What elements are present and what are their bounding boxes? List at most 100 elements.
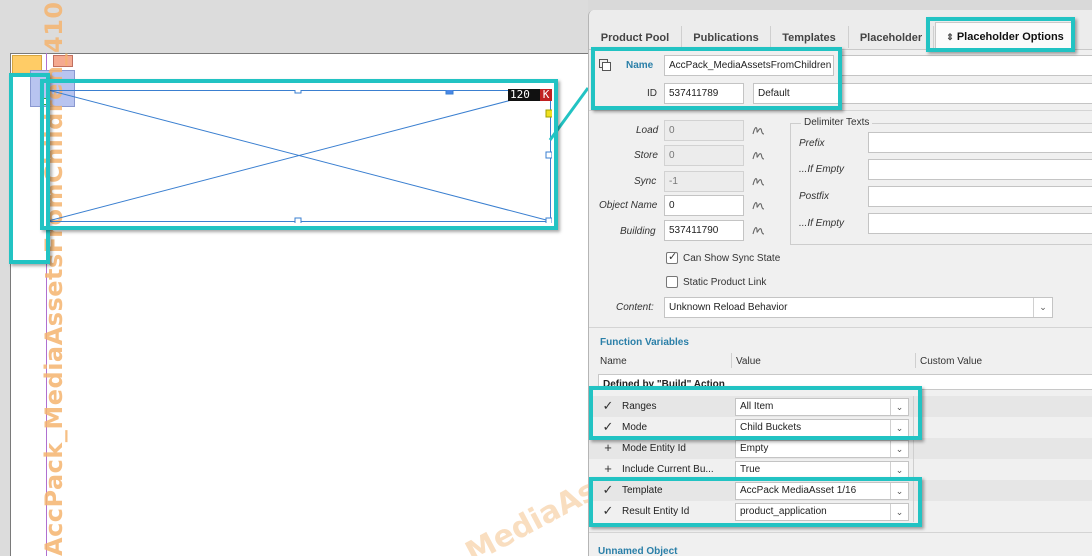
tab-templates[interactable]: Templates [773,27,845,49]
table-row[interactable]: ✓ Template AccPack MediaAsset 1/16 ⌄ [589,480,1092,501]
row-divider [913,459,914,480]
can-show-sync-checkbox[interactable] [666,250,678,264]
row-value-select[interactable]: Empty ⌄ [735,440,909,458]
row-name: Template [622,485,663,496]
tab-publications[interactable]: Publications [684,27,768,49]
placeholder-options-panel: Product Pool Publications Templates Plac… [588,10,1092,556]
postfix-if-empty-field[interactable] [868,213,1092,234]
if-empty-label: ...If Empty [799,218,845,229]
row-value-select[interactable]: AccPack MediaAsset 1/16 ⌄ [735,482,909,500]
chevron-down-icon: ⌄ [890,420,908,436]
chevron-down-icon: ⌄ [890,483,908,499]
id-label: ID [647,88,657,99]
check-icon: ✓ [602,419,614,434]
check-icon: ✓ [602,503,614,518]
col-custom-header: Custom Value [920,356,983,367]
row-value-select[interactable]: True ⌄ [735,461,909,479]
group-header[interactable]: Defined by "Build" Action [598,374,1092,390]
object-name-label: Object Name [599,200,658,211]
row-name: Ranges [622,401,657,412]
building-field[interactable]: 537411790 [664,220,744,241]
tab-label: Publications [693,32,759,44]
row-name: Mode [622,422,648,433]
tab-separator [848,26,849,48]
object-name-field[interactable]: 0 [664,195,744,216]
table-row[interactable]: ✓ Ranges All Item ⌄ [589,396,1092,417]
signature-icon[interactable] [751,148,765,162]
plus-icon: + [604,461,612,476]
row-name: Include Current Bu... [622,464,714,475]
signature-icon[interactable] [751,198,765,212]
tab-label: Placeholder [859,32,923,44]
row-divider [913,480,914,501]
col-divider [915,353,916,368]
section-divider [589,532,1092,533]
copy-icon[interactable] [598,58,612,72]
row-divider [913,417,914,438]
unnamed-object-title[interactable]: Unnamed Object [598,546,677,556]
content-select[interactable]: Unknown Reload Behavior ⌄ [664,297,1053,318]
prefix-label: Prefix [799,138,825,149]
connector-line [548,87,588,141]
row-name: Result Entity Id [622,506,690,517]
tab-placeholder-options[interactable]: ⇕ Placeholder Options [935,22,1075,50]
row-divider [913,396,914,417]
vertical-frame-label: AccPack_MediaAssetsFromChildren_41052427… [40,0,68,556]
signature-icon[interactable] [751,223,765,237]
load-field: 0 [664,120,744,141]
store-label: Store [634,150,658,161]
placeholder-frame[interactable] [48,90,552,223]
store-field: 0 [664,145,744,166]
row-value-select[interactable]: All Item ⌄ [735,398,909,416]
sync-label: Sync [634,176,657,187]
content-label: Content: [616,302,654,313]
prefix-if-empty-field[interactable] [868,159,1092,180]
prefix-field[interactable] [868,132,1092,153]
can-show-sync-label: Can Show Sync State [683,253,781,264]
row-value: product_application [740,506,827,517]
plus-icon: + [604,440,612,455]
static-link-checkbox[interactable] [666,276,678,288]
row-value-select[interactable]: Child Buckets ⌄ [735,419,909,437]
chevron-down-icon: ⌄ [890,399,908,415]
badge-number: 120 [510,88,530,101]
postfix-field[interactable] [868,186,1092,207]
col-value-header: Value [736,356,761,367]
signature-icon[interactable] [751,174,765,188]
chevron-down-icon: ⌄ [1033,298,1052,317]
panel-tabs: Product Pool Publications Templates Plac… [589,10,1092,50]
tab-product-pool[interactable]: Product Pool [593,27,677,49]
id-field[interactable]: 537411789 [664,83,744,104]
col-divider [731,353,732,368]
row-value: All Item [740,401,774,412]
row-value-select[interactable]: product_application ⌄ [735,503,909,521]
table-row[interactable]: ✓ Result Entity Id product_application ⌄ [589,501,1092,522]
row-value: Empty [740,443,769,454]
tab-placeholder[interactable]: Placeholder [851,27,931,49]
name-field[interactable]: AccPack_MediaAssetsFromChildren [664,55,834,76]
col-name-header: Name [600,356,627,367]
section-divider [589,327,1092,328]
default-field[interactable]: Default [753,83,1092,104]
row-value: AccPack MediaAsset 1/16 [740,485,857,496]
table-row[interactable]: + Include Current Bu... True ⌄ [589,459,1092,480]
frame-badge: 120 K [508,89,552,101]
static-link-label: Static Product Link [683,277,767,288]
tab-separator [770,26,771,48]
table-row[interactable]: ✓ Mode Child Buckets ⌄ [589,417,1092,438]
layout-canvas[interactable]: AccPack_MediaAssetsFromChildren_41052427… [0,0,588,556]
row-name: Mode Entity Id [622,443,686,454]
chevron-down-icon: ⌄ [890,504,908,520]
row-divider [913,438,914,459]
row-value: Child Buckets [740,422,802,433]
name-extra-field[interactable] [838,55,1092,76]
row-divider [913,501,914,522]
tab-label: Placeholder Options [956,31,1064,43]
function-variables-title: Function Variables [600,337,689,348]
signature-icon[interactable] [751,123,765,137]
group-label: Defined by "Build" Action [603,379,725,390]
table-row[interactable]: + Mode Entity Id Empty ⌄ [589,438,1092,459]
name-label: Name [626,60,654,71]
delimiter-title: Delimiter Texts [801,117,873,128]
tab-label: Templates [782,32,836,44]
